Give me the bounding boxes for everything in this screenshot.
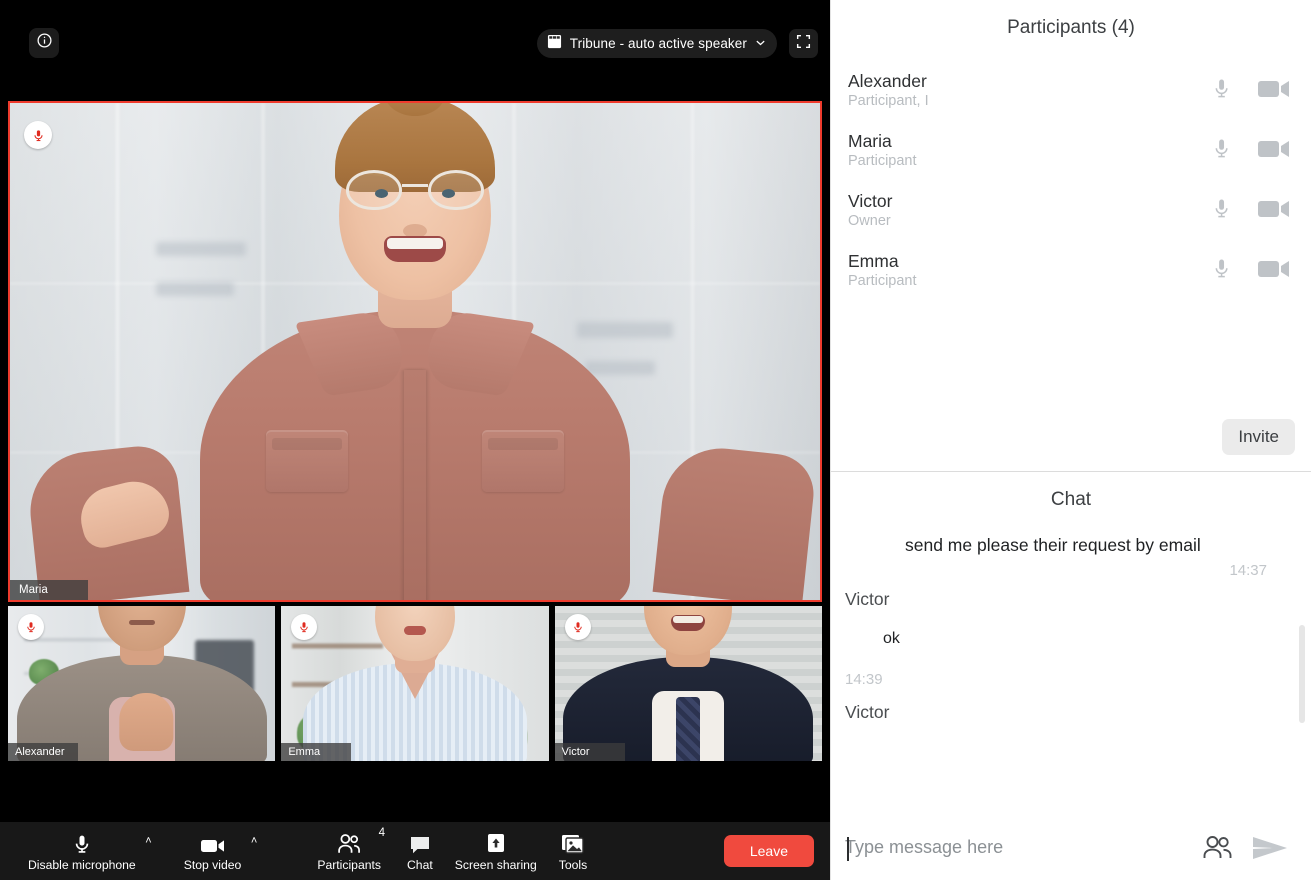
participant-row[interactable]: Maria Participant: [831, 121, 1311, 181]
invite-button[interactable]: Invite: [1222, 419, 1295, 455]
participants-panel-title: Participants (4): [831, 0, 1311, 45]
fullscreen-icon: [796, 34, 811, 54]
participant-info: Maria Participant: [848, 131, 1212, 171]
participant-name: Emma: [848, 251, 1212, 271]
participant-figure: [10, 103, 820, 600]
chat-message: Victor: [831, 702, 1311, 723]
chat-input-row: [831, 827, 1311, 880]
tools-button[interactable]: Tools: [559, 822, 587, 880]
microphone-muted-icon: [565, 614, 591, 640]
video-area: Tribune - auto active speaker: [0, 0, 830, 880]
participant-name-label: Alexander: [8, 743, 78, 761]
participant-controls: [1212, 136, 1291, 167]
thumbnail-tile-emma[interactable]: Emma: [281, 606, 548, 761]
chat-messages: send me please their request by email 14…: [831, 517, 1311, 827]
chat-input[interactable]: [845, 833, 1185, 862]
chat-button[interactable]: Chat: [407, 822, 433, 880]
video-top-bar: Tribune - auto active speaker: [0, 0, 830, 86]
participant-name: Maria: [848, 131, 1212, 151]
active-speaker-tile[interactable]: Maria: [8, 101, 822, 602]
participant-info: Victor Owner: [848, 191, 1212, 231]
text-cursor: [847, 837, 849, 861]
chat-message: send me please their request by email 14…: [831, 533, 1311, 579]
participant-name-label: Emma: [281, 743, 351, 761]
info-circle-icon: [36, 32, 53, 54]
meeting-toolbar: Disable microphone ˄ Stop video ˄: [0, 822, 830, 880]
participant-role: Owner: [848, 212, 1212, 231]
participant-role: Participant: [848, 152, 1212, 171]
camera-icon[interactable]: [1257, 137, 1291, 166]
invite-row: Invite: [831, 419, 1311, 471]
microphone-icon[interactable]: [1212, 256, 1231, 287]
participant-name-label: Maria: [10, 580, 88, 600]
microphone-icon: [72, 831, 92, 855]
screen-sharing-button[interactable]: Screen sharing: [455, 822, 537, 880]
stop-video-label: Stop video: [184, 858, 242, 872]
chat-panel: Chat send me please their request by ema…: [831, 472, 1311, 880]
participant-row[interactable]: Alexander Participant, I: [831, 61, 1311, 121]
participant-name: Alexander: [848, 71, 1212, 91]
stop-video-button[interactable]: Stop video ˄: [184, 822, 242, 880]
thumbnail-strip: Alexander: [8, 606, 822, 761]
grid-layout-icon: [547, 34, 562, 54]
microphone-muted-icon: [24, 121, 52, 149]
disable-microphone-button[interactable]: Disable microphone ˄: [28, 822, 136, 880]
participant-info: Alexander Participant, I: [848, 71, 1212, 111]
chat-message-text: send me please their request by email: [831, 533, 1311, 558]
participant-name: Victor: [848, 191, 1212, 211]
chat-scrollbar[interactable]: [1299, 625, 1305, 723]
camera-icon[interactable]: [1257, 77, 1291, 106]
chat-message-author: Victor: [831, 702, 1311, 723]
people-recipients-icon[interactable]: [1201, 834, 1235, 862]
chat-message-text: ok: [831, 628, 1311, 651]
layout-selector[interactable]: Tribune - auto active speaker: [537, 29, 777, 58]
side-panel: Participants (4) Alexander Participant, …: [830, 0, 1311, 880]
thumbnail-tile-alexander[interactable]: Alexander: [8, 606, 275, 761]
participant-controls: [1212, 196, 1291, 227]
participant-name-label: Victor: [555, 743, 625, 761]
microphone-options-chevron-icon[interactable]: ˄: [145, 836, 151, 847]
screen-sharing-label: Screen sharing: [455, 858, 537, 872]
chat-message-author: Victor: [831, 589, 1311, 610]
disable-microphone-label: Disable microphone: [28, 858, 136, 872]
participant-controls: [1212, 76, 1291, 107]
participants-label: Participants: [317, 858, 381, 872]
microphone-icon[interactable]: [1212, 196, 1231, 227]
participants-button[interactable]: Participants 4: [317, 822, 381, 880]
info-button[interactable]: [29, 28, 59, 58]
chat-message-time: 14:39: [831, 671, 1311, 688]
leave-button[interactable]: Leave: [724, 835, 814, 867]
chat-label: Chat: [407, 858, 433, 872]
thumbnail-tile-victor[interactable]: Victor: [555, 606, 822, 761]
video-options-chevron-icon[interactable]: ˄: [251, 836, 257, 847]
camera-icon[interactable]: [1257, 197, 1291, 226]
participant-row[interactable]: Emma Participant: [831, 241, 1311, 301]
tools-label: Tools: [559, 858, 587, 872]
people-icon: [336, 831, 362, 855]
chat-message: Victor ok 14:39: [831, 589, 1311, 688]
participant-controls: [1212, 256, 1291, 287]
chat-panel-title: Chat: [831, 472, 1311, 517]
participant-row[interactable]: Victor Owner: [831, 181, 1311, 241]
participant-info: Emma Participant: [848, 251, 1212, 291]
camera-icon: [200, 831, 226, 855]
participant-role: Participant: [848, 272, 1212, 291]
participants-count-badge: 4: [379, 828, 385, 840]
chat-message-time: 14:37: [831, 562, 1311, 579]
microphone-icon[interactable]: [1212, 76, 1231, 107]
chat-bubble-icon: [409, 831, 431, 855]
participants-list: Alexander Participant, I: [831, 45, 1311, 301]
participant-role: Participant, I: [848, 92, 1212, 111]
tools-images-icon: [561, 831, 585, 855]
microphone-icon[interactable]: [1212, 136, 1231, 167]
chevron-down-icon: [755, 35, 766, 53]
participants-panel: Participants (4) Alexander Participant, …: [831, 0, 1311, 472]
send-paper-plane-icon[interactable]: [1251, 834, 1289, 862]
fullscreen-button[interactable]: [789, 29, 818, 58]
microphone-muted-icon: [18, 614, 44, 640]
camera-icon[interactable]: [1257, 257, 1291, 286]
layout-selector-label: Tribune - auto active speaker: [570, 36, 747, 51]
active-speaker-video: [10, 103, 820, 600]
screen-share-icon: [486, 831, 506, 855]
